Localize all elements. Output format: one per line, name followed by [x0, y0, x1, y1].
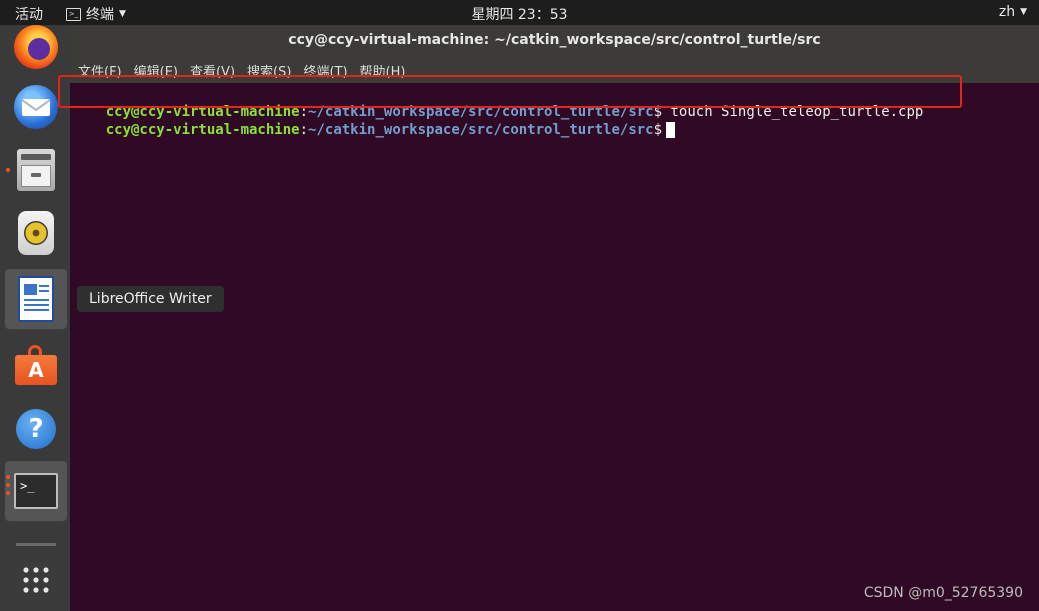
top-panel: 活动 >_ 终端 ▼ 星期四 23：53 zh ▼: [0, 0, 1039, 25]
dock-item-firefox[interactable]: [5, 17, 67, 77]
running-indicator: [6, 483, 10, 487]
files-icon: [17, 149, 55, 191]
prompt-colon: :: [299, 122, 309, 138]
apps-grid-icon: [23, 567, 49, 593]
firefox-icon: [14, 25, 58, 69]
watermark: CSDN @m0_52765390: [863, 585, 1023, 601]
dock-item-files[interactable]: [5, 140, 67, 200]
clock[interactable]: 星期四 23：53: [0, 4, 1039, 24]
terminal-icon: >_: [14, 473, 58, 509]
language-indicator[interactable]: zh ▼: [999, 4, 1027, 20]
text-cursor: [666, 122, 676, 138]
running-indicator: [6, 491, 10, 495]
terminal-area[interactable]: ccy@ccy-virtual-machine:~/catkin_workspa…: [70, 83, 1039, 611]
window-titlebar[interactable]: ccy@ccy-virtual-machine: ~/catkin_worksp…: [70, 25, 1039, 57]
running-indicator: [6, 475, 10, 479]
dock-item-rhythmbox[interactable]: [5, 203, 67, 263]
prompt-dollar: $: [653, 122, 663, 138]
dock: A ? >_: [0, 25, 70, 611]
running-indicator: [6, 168, 10, 172]
prompt-path: ~/catkin_workspace/src/control_turtle/sr…: [308, 122, 654, 138]
shopping-bag-icon: A: [15, 345, 57, 385]
dock-item-help[interactable]: ?: [5, 399, 67, 459]
dock-item-libreoffice-writer[interactable]: [5, 269, 67, 329]
highlight-box: [58, 75, 962, 108]
dock-item-show-apps[interactable]: [5, 550, 67, 610]
dock-tooltip: LibreOffice Writer: [77, 286, 224, 312]
dock-item-software-center[interactable]: A: [5, 335, 67, 395]
writer-document-icon: [18, 276, 54, 322]
thunderbird-icon: [14, 85, 58, 129]
window-title: ccy@ccy-virtual-machine: ~/catkin_worksp…: [288, 32, 821, 48]
chevron-down-icon: ▼: [1020, 7, 1027, 17]
rhythmbox-icon: [18, 211, 54, 255]
dock-divider: [16, 543, 56, 546]
help-icon: ?: [16, 409, 56, 449]
dock-item-terminal[interactable]: >_: [5, 461, 67, 521]
language-label: zh: [998, 4, 1016, 20]
prompt-user: ccy@ccy-virtual-machine: [105, 122, 300, 138]
